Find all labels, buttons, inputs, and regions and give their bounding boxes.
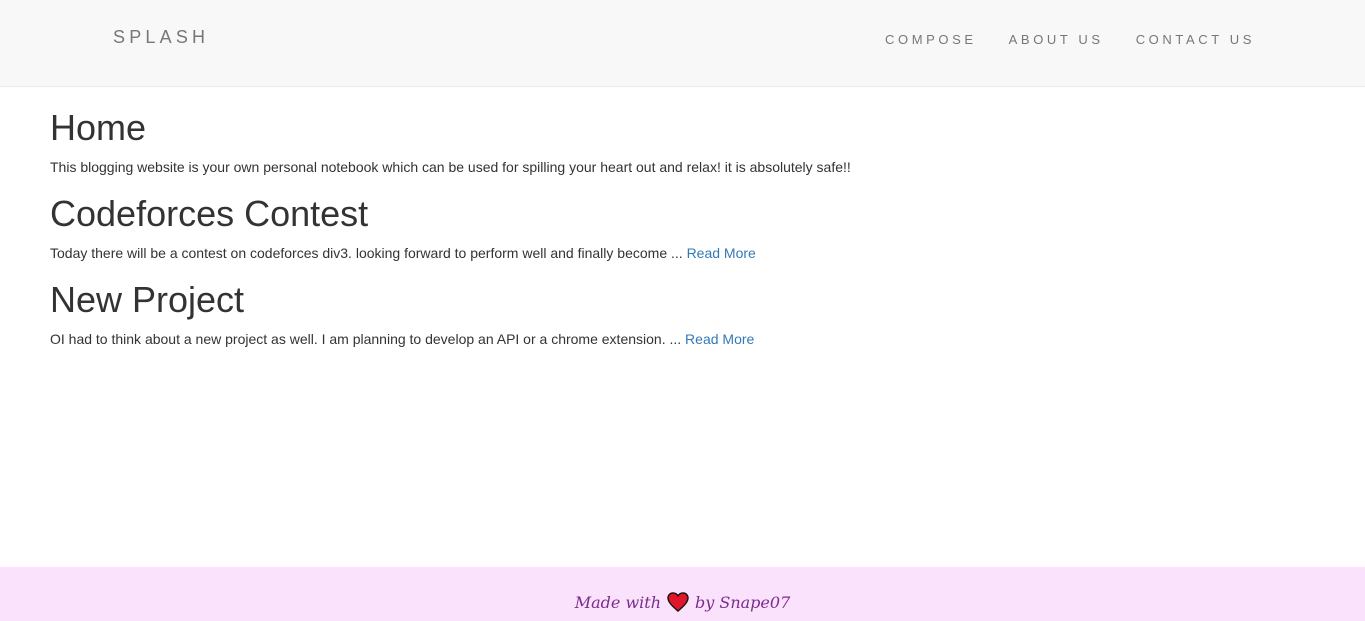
nav-item-compose: COMPOSE — [885, 31, 977, 49]
navbar: SPLASH COMPOSE ABOUT US CONTACT US — [0, 0, 1365, 87]
footer: Made with by Snape07 — [0, 567, 1365, 621]
post-excerpt-row: OI had to think about a new project as w… — [50, 329, 1315, 349]
main-content: Home This blogging website is your own p… — [50, 106, 1315, 364]
nav-link-compose[interactable]: COMPOSE — [885, 32, 977, 47]
post-excerpt: Today there will be a contest on codefor… — [50, 245, 687, 261]
home-description: This blogging website is your own person… — [50, 159, 851, 175]
footer-author: by Snape07 — [695, 592, 791, 612]
nav-item-contact-us: CONTACT US — [1136, 31, 1255, 49]
nav-item-about-us: ABOUT US — [1009, 31, 1104, 49]
heart-icon — [667, 592, 689, 612]
footer-credit: Made with by Snape07 — [574, 592, 791, 612]
brand-logo-link[interactable]: SPLASH — [113, 27, 209, 48]
post-excerpt: OI had to think about a new project as w… — [50, 331, 686, 347]
read-more-link[interactable]: Read More — [685, 331, 754, 347]
read-more-link[interactable]: Read More — [687, 245, 756, 261]
page-title: Home — [50, 107, 147, 148]
home-section: Home This blogging website is your own p… — [50, 106, 1315, 177]
nav-link-contact-us[interactable]: CONTACT US — [1136, 32, 1255, 47]
nav-links: COMPOSE ABOUT US CONTACT US — [853, 31, 1255, 49]
post-item: New Project OI had to think about a new … — [50, 278, 1315, 349]
post-title: New Project — [50, 279, 245, 320]
post-excerpt-row: Today there will be a contest on codefor… — [50, 243, 1315, 263]
footer-made-with: Made with — [574, 592, 661, 612]
nav-link-about-us[interactable]: ABOUT US — [1009, 32, 1104, 47]
post-title: Codeforces Contest — [50, 193, 369, 234]
post-item: Codeforces Contest Today there will be a… — [50, 192, 1315, 263]
